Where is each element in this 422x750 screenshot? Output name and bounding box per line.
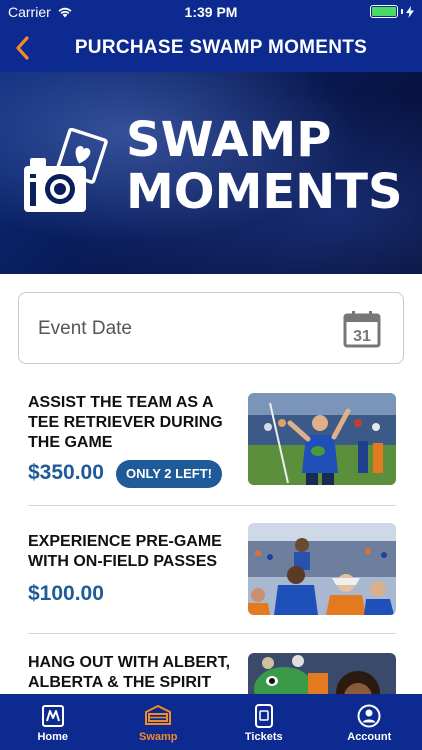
battery-icon [370, 5, 398, 18]
tab-bar: Home Swamp Tickets Account [0, 694, 422, 750]
battery-cap [401, 9, 403, 14]
tab-label: Home [37, 731, 69, 743]
nav-bar: PURCHASE SWAMP MOMENTS [0, 24, 422, 72]
calendar-day: 31 [353, 328, 371, 345]
charging-icon [406, 5, 414, 18]
moment-title: ASSIST THE TEAM AS A TEE RETRIEVER DURIN… [28, 394, 223, 451]
camera-icon [24, 128, 108, 212]
hero-banner: SWAMP MOMENTS [0, 72, 422, 274]
tee-retriever-photo [248, 393, 396, 485]
status-time: 1:39 PM [184, 4, 238, 20]
home-icon [41, 705, 64, 727]
back-button[interactable] [6, 32, 38, 64]
moment-item-pre-game-passes[interactable]: EXPERIENCE PRE-GAME WITH ON-FIELD PASSES… [28, 523, 396, 615]
moment-photo [248, 393, 396, 485]
calendar-icon: 31 [343, 311, 381, 348]
pre-game-photo [248, 523, 396, 615]
event-date-field[interactable]: Event Date 31 [18, 292, 404, 364]
moment-item-tee-retriever[interactable]: ASSIST THE TEAM AS A TEE RETRIEVER DURIN… [28, 393, 396, 488]
tab-account[interactable]: Account [317, 694, 422, 750]
divider [28, 633, 396, 634]
tab-label: Account [347, 731, 392, 743]
moment-price: $350.00 [28, 461, 104, 484]
moment-item-albert-alberta[interactable]: HANG OUT WITH ALBERT, ALBERTA & THE SPIR… [28, 653, 396, 694]
hero-title: SWAMP MOMENTS [126, 114, 403, 218]
tab-label: Swamp [138, 731, 178, 743]
ticket-icon [254, 704, 273, 728]
availability-badge: ONLY 2 LEFT! [116, 460, 222, 488]
swamp-icon [145, 704, 172, 725]
moment-photo [248, 653, 396, 694]
account-icon [357, 704, 381, 728]
status-right [370, 5, 414, 18]
moment-title: EXPERIENCE PRE-GAME WITH ON-FIELD PASSES [28, 533, 222, 570]
divider [28, 505, 396, 506]
status-bar: Carrier 1:39 PM [0, 0, 422, 24]
chevron-left-icon [16, 36, 29, 60]
tab-home[interactable]: Home [0, 694, 106, 750]
hero-title-line-1: SWAMP [126, 112, 332, 168]
tab-tickets[interactable]: Tickets [211, 694, 317, 750]
moment-photo [248, 523, 396, 615]
moment-price: $100.00 [28, 582, 104, 605]
hero-title-line-2: MOMENTS [126, 164, 403, 220]
albert-alberta-photo [248, 653, 396, 694]
page-title: PURCHASE SWAMP MOMENTS [74, 37, 368, 58]
moment-title: HANG OUT WITH ALBERT, ALBERTA & THE SPIR… [28, 654, 231, 691]
tab-label: Tickets [244, 731, 283, 743]
event-date-placeholder: Event Date [38, 318, 132, 339]
tab-swamp[interactable]: Swamp [106, 694, 212, 750]
